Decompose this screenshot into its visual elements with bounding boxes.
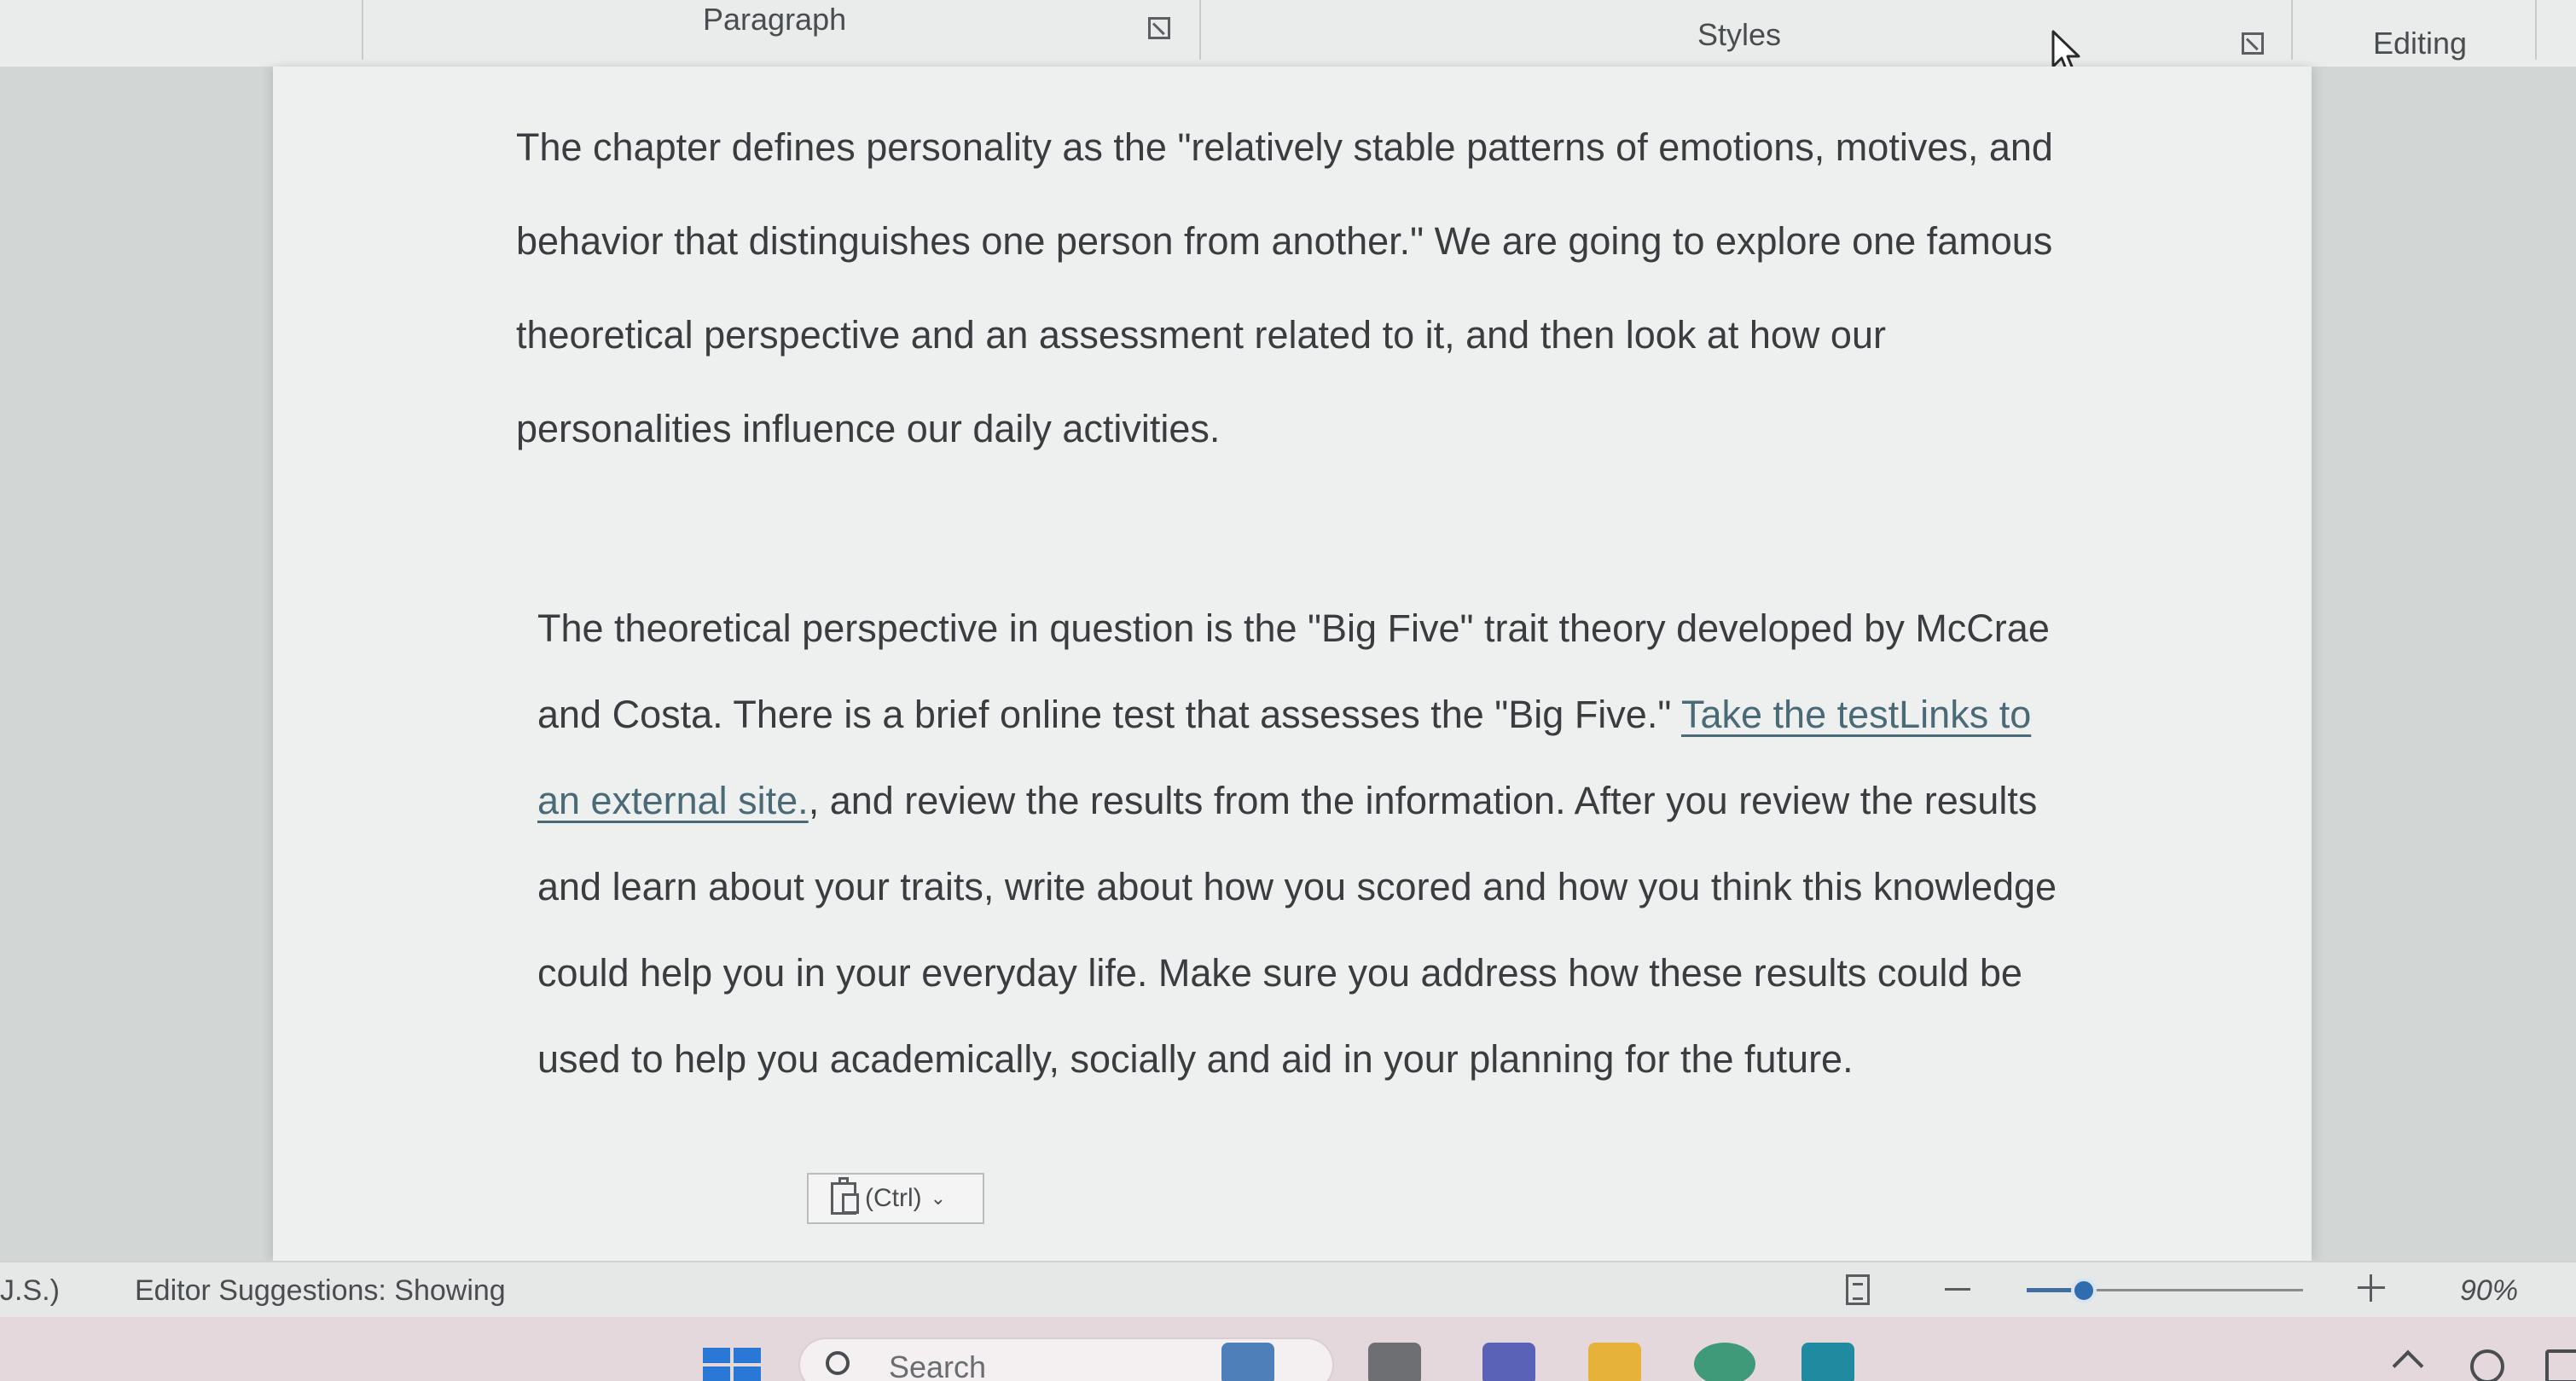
paste-options-label: (Ctrl) — [865, 1184, 922, 1212]
print-layout-view-icon[interactable] — [1846, 1274, 1870, 1305]
store-app-icon[interactable] — [1801, 1343, 1854, 1381]
search-icon — [826, 1351, 850, 1375]
paragraph-dialog-launcher-icon[interactable] — [1148, 17, 1170, 39]
task-view-icon[interactable] — [1368, 1343, 1421, 1381]
paragraph-intro[interactable]: The chapter defines personality as the "… — [516, 101, 2086, 476]
widgets-icon[interactable] — [1221, 1343, 1274, 1381]
windows-start-icon[interactable] — [703, 1348, 761, 1381]
taskbar-search-placeholder: Search — [889, 1349, 987, 1381]
document-page[interactable]: The chapter defines personality as the "… — [273, 67, 2312, 1261]
network-icon[interactable] — [2545, 1349, 2576, 1381]
show-hidden-icons-chevron-icon[interactable] — [2392, 1349, 2424, 1381]
teams-icon[interactable] — [1482, 1343, 1535, 1381]
zoom-slider-thumb[interactable] — [2071, 1278, 2097, 1303]
editor-suggestions-status[interactable]: Editor Suggestions: Showing — [135, 1274, 506, 1308]
clipboard-icon — [831, 1177, 859, 1215]
zoom-out-icon[interactable] — [1945, 1288, 1970, 1291]
edge-browser-icon[interactable] — [1694, 1343, 1755, 1381]
chevron-down-icon: ⌄ — [930, 1187, 947, 1209]
styles-dialog-launcher-icon[interactable] — [2242, 32, 2264, 55]
status-bar: J.S.) Editor Suggestions: Showing 90% — [0, 1261, 2576, 1319]
paragraph-assignment-text-end: , and review the results from the inform… — [537, 779, 2057, 1081]
ribbon-separator — [2291, 0, 2293, 60]
ribbon-group-styles-label: Styles — [1697, 17, 1782, 52]
paste-options-button[interactable]: (Ctrl) ⌄ — [807, 1173, 984, 1224]
zoom-level[interactable]: 90% — [2460, 1274, 2518, 1308]
file-explorer-icon[interactable] — [1588, 1343, 1641, 1381]
document-canvas: The chapter defines personality as the "… — [0, 67, 2576, 1261]
ribbon-separator — [2535, 0, 2537, 60]
word-window: Paragraph Styles Editing The chapter def… — [0, 0, 2576, 1381]
ribbon-separator — [362, 0, 363, 60]
ribbon-group-labels: Paragraph Styles Editing — [0, 0, 2576, 75]
ribbon-separator — [1199, 0, 1201, 60]
onedrive-icon[interactable] — [2470, 1349, 2504, 1381]
zoom-in-icon[interactable] — [2356, 1273, 2387, 1303]
language-status[interactable]: J.S.) — [0, 1274, 60, 1308]
ribbon-group-paragraph-label: Paragraph — [703, 2, 847, 37]
paragraph-assignment[interactable]: The theoretical perspective in question … — [537, 585, 2081, 1102]
ribbon-group-editing-label[interactable]: Editing — [2373, 26, 2467, 61]
windows-taskbar: Search — [0, 1317, 2576, 1381]
